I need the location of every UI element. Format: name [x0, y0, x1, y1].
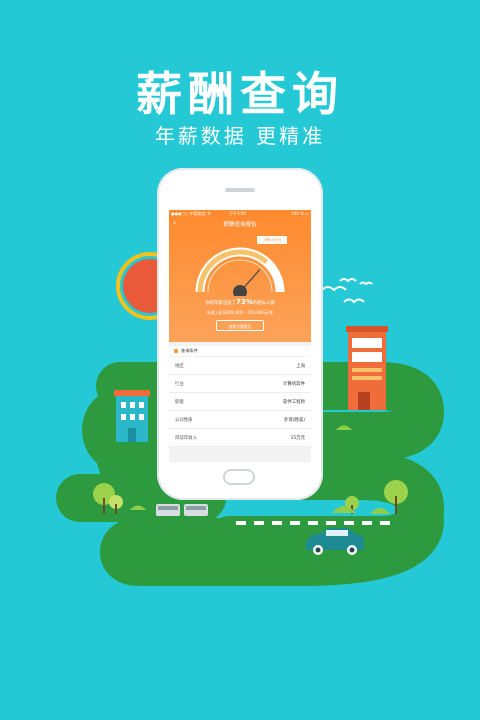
- list-item: 地区 上海: [169, 357, 311, 375]
- app-screen: ●●●○○ 中国电信 令 下午3:09 100 % ▭ ‹ 薪酬查询报告 上榜1…: [169, 210, 311, 462]
- percentile-text: 你的年薪击败了73%的相似人群: [169, 298, 311, 306]
- bird-icon: [359, 281, 373, 286]
- bird-icon: [343, 298, 365, 304]
- condition-label: 目前年收入: [175, 436, 197, 441]
- list-item: 职能 软件工程师: [169, 393, 311, 411]
- condition-value: 15万元: [290, 436, 305, 441]
- conditions-list: 地区 上海 行业 计算机软件 职能 软件工程师 公司性质 外资(欧美) 目前年收…: [169, 357, 311, 447]
- bird-icon: [321, 286, 347, 292]
- phone-speaker: [225, 188, 255, 192]
- bird-icon: [339, 278, 357, 283]
- percentile-suffix: 的相似人群: [252, 301, 275, 306]
- report-header: ●●●○○ 中国电信 令 下午3:09 100 % ▭ ‹ 薪酬查询报告 上榜1…: [169, 210, 311, 342]
- percentile-value: 73%: [236, 298, 253, 306]
- list-item: 公司性质 外资(欧美): [169, 411, 311, 429]
- battery-status: 100 % ▭: [291, 211, 309, 216]
- page-title: 薪酬查询报告: [223, 222, 257, 228]
- document-icon: [174, 349, 178, 353]
- building-left-icon: [114, 390, 150, 442]
- condition-value: 外资(欧美): [284, 418, 305, 423]
- view-full-report-button[interactable]: 查看完整报告: [216, 320, 264, 331]
- condition-value: 上海: [296, 364, 305, 369]
- building-right-icon: [346, 326, 388, 410]
- phone-frame: ●●●○○ 中国电信 令 下午3:09 100 % ▭ ‹ 薪酬查询报告 上榜1…: [157, 168, 323, 500]
- condition-label: 行业: [175, 382, 184, 387]
- conditions-header: 查询条件: [169, 346, 311, 356]
- percentile-prefix: 你的年薪击败了: [205, 301, 236, 306]
- condition-label: 公司性质: [175, 418, 193, 423]
- conditions-label: 查询条件: [181, 348, 198, 353]
- road-markings: [236, 521, 390, 525]
- salary-gauge: [195, 247, 285, 296]
- condition-value: 计算机软件: [283, 382, 305, 387]
- status-time: 下午3:09: [229, 211, 246, 216]
- list-item: 行业 计算机软件: [169, 375, 311, 393]
- status-bar: ●●●○○ 中国电信 令 下午3:09 100 % ▭: [169, 210, 311, 218]
- carrier-signal: ●●●○○ 中国电信 令: [171, 211, 211, 216]
- condition-value: 软件工程师: [283, 400, 305, 405]
- home-button[interactable]: [223, 469, 255, 485]
- list-item: 目前年收入 15万元: [169, 429, 311, 447]
- income-range: 年收入区间200,000 - 200,000元/年: [206, 310, 274, 315]
- condition-label: 职能: [175, 400, 184, 405]
- condition-label: 地区: [175, 364, 184, 369]
